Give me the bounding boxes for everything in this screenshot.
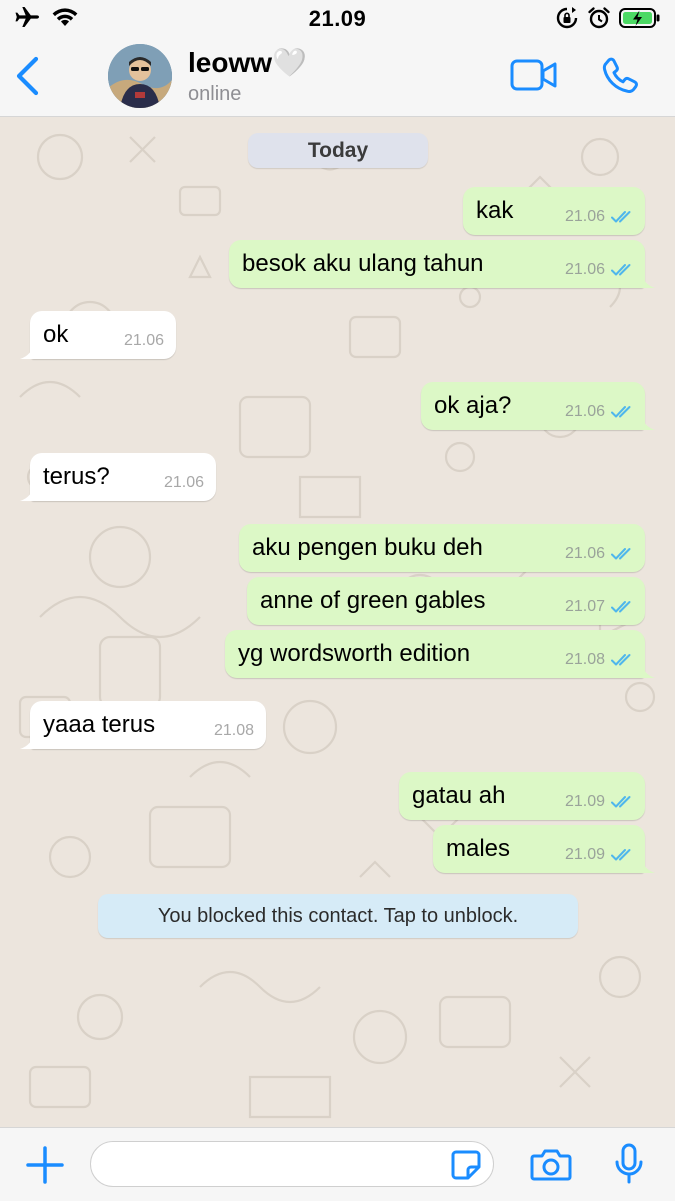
message-meta: 21.06 xyxy=(565,208,633,226)
sticker-icon xyxy=(451,1150,481,1180)
message-meta: 21.06 xyxy=(164,474,204,492)
status-right xyxy=(555,6,661,35)
bubble-tail xyxy=(20,485,34,501)
outgoing-message-bubble[interactable]: gatau ah 21.09 xyxy=(399,772,645,820)
message-meta: 21.06 xyxy=(124,332,164,350)
chat-header: leoww🤍 online xyxy=(0,36,675,117)
outgoing-message-bubble[interactable]: aku pengen buku deh 21.06 xyxy=(239,524,645,572)
message-meta: 21.09 xyxy=(565,793,633,811)
bubble-tail xyxy=(641,414,655,430)
message-time: 21.08 xyxy=(213,722,254,739)
date-separator: Today xyxy=(248,133,428,168)
read-receipt-icon xyxy=(611,654,631,666)
message-text: ok xyxy=(43,321,69,348)
message-text: males xyxy=(446,835,511,862)
outgoing-message-bubble[interactable]: males 21.09 xyxy=(433,825,655,873)
outgoing-message-bubble[interactable]: kak 21.06 xyxy=(463,187,645,235)
message-time: 21.07 xyxy=(564,598,605,615)
input-bar xyxy=(0,1127,675,1201)
video-call-icon xyxy=(510,59,557,91)
outgoing-message-bubble[interactable]: anne of green gables 21.07 xyxy=(247,577,645,625)
voice-call-button[interactable] xyxy=(600,56,640,101)
plus-icon xyxy=(26,1146,64,1184)
bubble-tail xyxy=(20,343,34,359)
message-text: aku pengen buku deh xyxy=(252,534,483,561)
message-meta: 21.09 xyxy=(565,846,633,864)
read-receipt-icon xyxy=(611,849,631,861)
bubble-tail xyxy=(641,662,655,678)
bubble-tail xyxy=(641,857,655,873)
contact-name[interactable]: leoww🤍 xyxy=(188,46,307,79)
read-receipt-icon xyxy=(611,548,631,560)
phone-call-icon xyxy=(602,57,638,93)
bubble-tail xyxy=(20,733,34,749)
message-text: gatau ah xyxy=(412,782,506,809)
battery-charging-icon xyxy=(619,7,661,34)
read-receipt-icon xyxy=(611,796,631,808)
message-input[interactable] xyxy=(90,1141,494,1187)
outgoing-message-bubble[interactable]: ok aja? 21.06 xyxy=(421,382,655,430)
message-meta: 21.06 xyxy=(565,261,633,279)
message-text: yaaa terus xyxy=(43,711,156,738)
message-text: anne of green gables xyxy=(260,587,486,614)
read-receipt-icon xyxy=(611,264,631,276)
message-time: 21.09 xyxy=(564,846,605,863)
message-time: 21.09 xyxy=(564,793,605,810)
outgoing-message-bubble[interactable]: yg wordsworth edition 21.08 xyxy=(225,630,655,678)
video-call-button[interactable] xyxy=(510,58,558,97)
message-meta: 21.08 xyxy=(565,651,633,669)
avatar[interactable] xyxy=(108,44,172,108)
contact-status: online xyxy=(188,83,242,105)
microphone-button[interactable] xyxy=(614,1143,644,1190)
incoming-message-bubble[interactable]: yaaa terus 21.08 xyxy=(20,701,266,749)
message-text: yg wordsworth edition xyxy=(238,640,471,667)
bubble-tail xyxy=(641,272,655,288)
chat-area[interactable]: Today kak 21.06 besok aku ulang tahun 21.06… xyxy=(0,117,675,1127)
attach-button[interactable] xyxy=(26,1146,64,1189)
back-chevron-icon xyxy=(16,56,39,96)
message-meta: 21.06 xyxy=(565,403,633,421)
read-receipt-icon xyxy=(611,406,631,418)
message-time: 21.08 xyxy=(564,651,605,668)
read-receipt-icon xyxy=(611,601,631,613)
message-time: 21.06 xyxy=(564,208,605,225)
message-time: 21.06 xyxy=(163,474,204,491)
message-meta: 21.07 xyxy=(565,598,633,616)
message-time: 21.06 xyxy=(564,261,605,278)
message-text: kak xyxy=(476,197,514,224)
message-time: 21.06 xyxy=(564,403,605,420)
back-button[interactable] xyxy=(12,52,44,100)
camera-button[interactable] xyxy=(530,1148,572,1187)
message-time: 21.06 xyxy=(564,545,605,562)
message-text: terus? xyxy=(43,463,110,490)
alarm-icon xyxy=(587,6,611,35)
incoming-message-bubble[interactable]: ok 21.06 xyxy=(20,311,176,359)
message-text: besok aku ulang tahun xyxy=(242,250,484,277)
blocked-notice[interactable]: You blocked this contact. Tap to unblock… xyxy=(98,894,578,938)
message-meta: 21.06 xyxy=(565,545,633,563)
sticker-button[interactable] xyxy=(450,1149,482,1186)
message-time: 21.06 xyxy=(123,332,164,349)
status-bar: 21.09 xyxy=(0,0,675,36)
incoming-message-bubble[interactable]: terus? 21.06 xyxy=(20,453,216,501)
message-meta: 21.08 xyxy=(214,722,254,740)
outgoing-message-bubble[interactable]: besok aku ulang tahun 21.06 xyxy=(229,240,655,288)
microphone-icon xyxy=(615,1143,643,1184)
orientation-lock-icon xyxy=(555,6,579,35)
message-text: ok aja? xyxy=(434,392,512,419)
camera-icon xyxy=(530,1149,572,1181)
read-receipt-icon xyxy=(611,211,631,223)
avatar-image xyxy=(108,44,172,108)
